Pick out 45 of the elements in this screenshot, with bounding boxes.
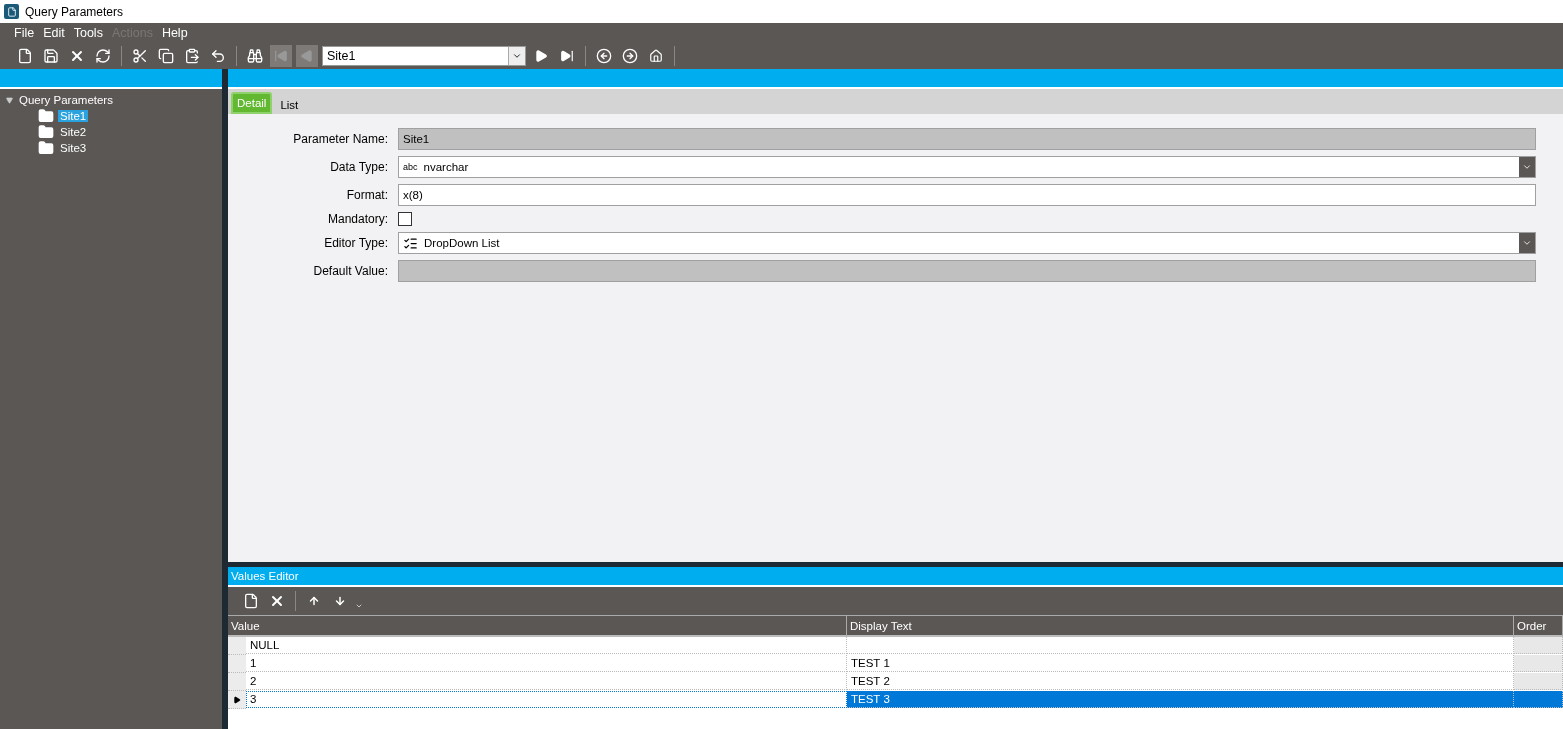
tree-item[interactable]: Query Parameters: [17, 94, 115, 106]
table-cell: TEST 3: [847, 691, 1514, 708]
tree-item[interactable]: Site3: [58, 142, 89, 154]
column-header[interactable]: Value: [228, 616, 847, 637]
table-cell: [1514, 673, 1563, 690]
expander-icon[interactable]: [6, 96, 13, 104]
table-cell: 1: [246, 655, 847, 672]
mandatory-checkbox[interactable]: [398, 212, 412, 226]
folder-icon: [38, 140, 54, 156]
column-header[interactable]: Display Text: [847, 616, 1514, 637]
field-label: Mandatory:: [326, 212, 388, 226]
app-logo-icon: [4, 4, 19, 19]
menu-item[interactable]: Tools: [73, 26, 103, 40]
field-label: Data Type:: [329, 160, 388, 174]
input-field[interactable]: x(8): [398, 184, 1536, 206]
column-header[interactable]: Order: [1514, 616, 1563, 637]
caret-icon[interactable]: [355, 602, 363, 610]
type-label: abc: [403, 162, 418, 172]
menu-item[interactable]: Edit: [43, 26, 65, 40]
field-label: Default Value:: [312, 264, 388, 278]
menu-item[interactable]: File: [14, 26, 35, 40]
tree-item[interactable]: Site2: [58, 126, 89, 138]
table-cell: TEST 1: [847, 655, 1514, 672]
table-cell: [1514, 691, 1563, 708]
field-label: Editor Type:: [323, 236, 388, 250]
record-dropdown[interactable]: Site1: [322, 46, 526, 66]
field-label: Parameter Name:: [292, 132, 388, 146]
field-label: Format:: [345, 188, 388, 202]
table-cell: TEST 2: [847, 673, 1514, 690]
tab[interactable]: List: [276, 96, 303, 114]
table-cell: 3: [246, 691, 847, 708]
window-title: Query Parameters: [25, 4, 124, 19]
input-field[interactable]: Site1: [398, 128, 1536, 150]
dropdown-field[interactable]: abc nvarchar: [398, 156, 1536, 178]
menu-item[interactable]: Help: [161, 26, 188, 40]
folder-icon: [38, 108, 54, 124]
table-cell: [1514, 637, 1563, 654]
input-field[interactable]: [398, 260, 1536, 282]
table-cell: 2: [246, 673, 847, 690]
row-indicator[interactable]: [228, 691, 246, 709]
panel-header: Values Editor: [228, 567, 1563, 587]
folder-icon: [38, 124, 54, 140]
dropdown-field[interactable]: DropDown List: [398, 232, 1536, 254]
table-cell: [1514, 655, 1563, 672]
table-cell: NULL: [246, 637, 847, 654]
